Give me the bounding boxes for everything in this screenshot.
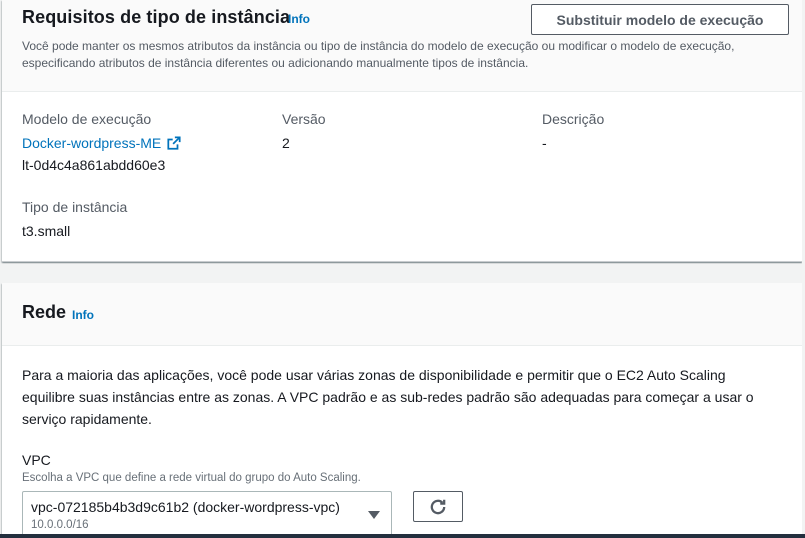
launch-template-name: Docker-wordpress-ME [22, 135, 162, 151]
refresh-vpc-button[interactable] [413, 491, 463, 522]
instance-requirements-info-link[interactable]: Info [288, 12, 310, 26]
launch-template-id: lt-0d4c4a861abdd60e3 [22, 157, 166, 173]
instance-requirements-title: Requisitos de tipo de instância [22, 7, 291, 27]
vpc-hint: Escolha a VPC que define a rede virtual … [22, 472, 361, 484]
vpc-selected-value: vpc-072185b4b3d9c61b2 (docker-wordpress-… [31, 499, 340, 515]
vpc-label: VPC [22, 452, 51, 468]
vpc-cidr: 10.0.0.0/16 [31, 519, 89, 531]
version-value: 2 [282, 135, 290, 151]
version-label: Versão [282, 111, 326, 127]
network-panel: Rede Info Para a maioria das aplicações,… [2, 283, 802, 538]
vpc-select[interactable]: vpc-072185b4b3d9c61b2 (docker-wordpress-… [22, 491, 392, 537]
page: Requisitos de tipo de instância Info Sub… [0, 0, 805, 538]
network-header: Rede Info [2, 283, 802, 346]
instance-requirements-description: Você pode manter os mesmos atributos da … [22, 39, 735, 70]
network-info-link[interactable]: Info [72, 308, 94, 322]
instance-type-label: Tipo de instância [22, 199, 128, 215]
instance-type-value: t3.small [22, 223, 71, 239]
external-link-icon [167, 136, 181, 150]
network-description: Para a maioria das aplicações, você pode… [22, 367, 754, 427]
description-value: - [542, 135, 547, 151]
launch-template-link[interactable]: Docker-wordpress-ME [22, 135, 181, 151]
instance-requirements-header: Requisitos de tipo de instância Info Sub… [2, 0, 802, 92]
caret-down-icon [368, 511, 380, 519]
launch-template-label: Modelo de execução [22, 111, 152, 127]
refresh-icon [430, 499, 446, 514]
replace-launch-template-button[interactable]: Substituir modelo de execução [531, 4, 789, 35]
network-title: Rede [22, 302, 67, 322]
description-label: Descrição [542, 111, 605, 127]
instance-requirements-panel: Requisitos de tipo de instância Info Sub… [2, 0, 802, 262]
bottom-bar [0, 534, 805, 538]
